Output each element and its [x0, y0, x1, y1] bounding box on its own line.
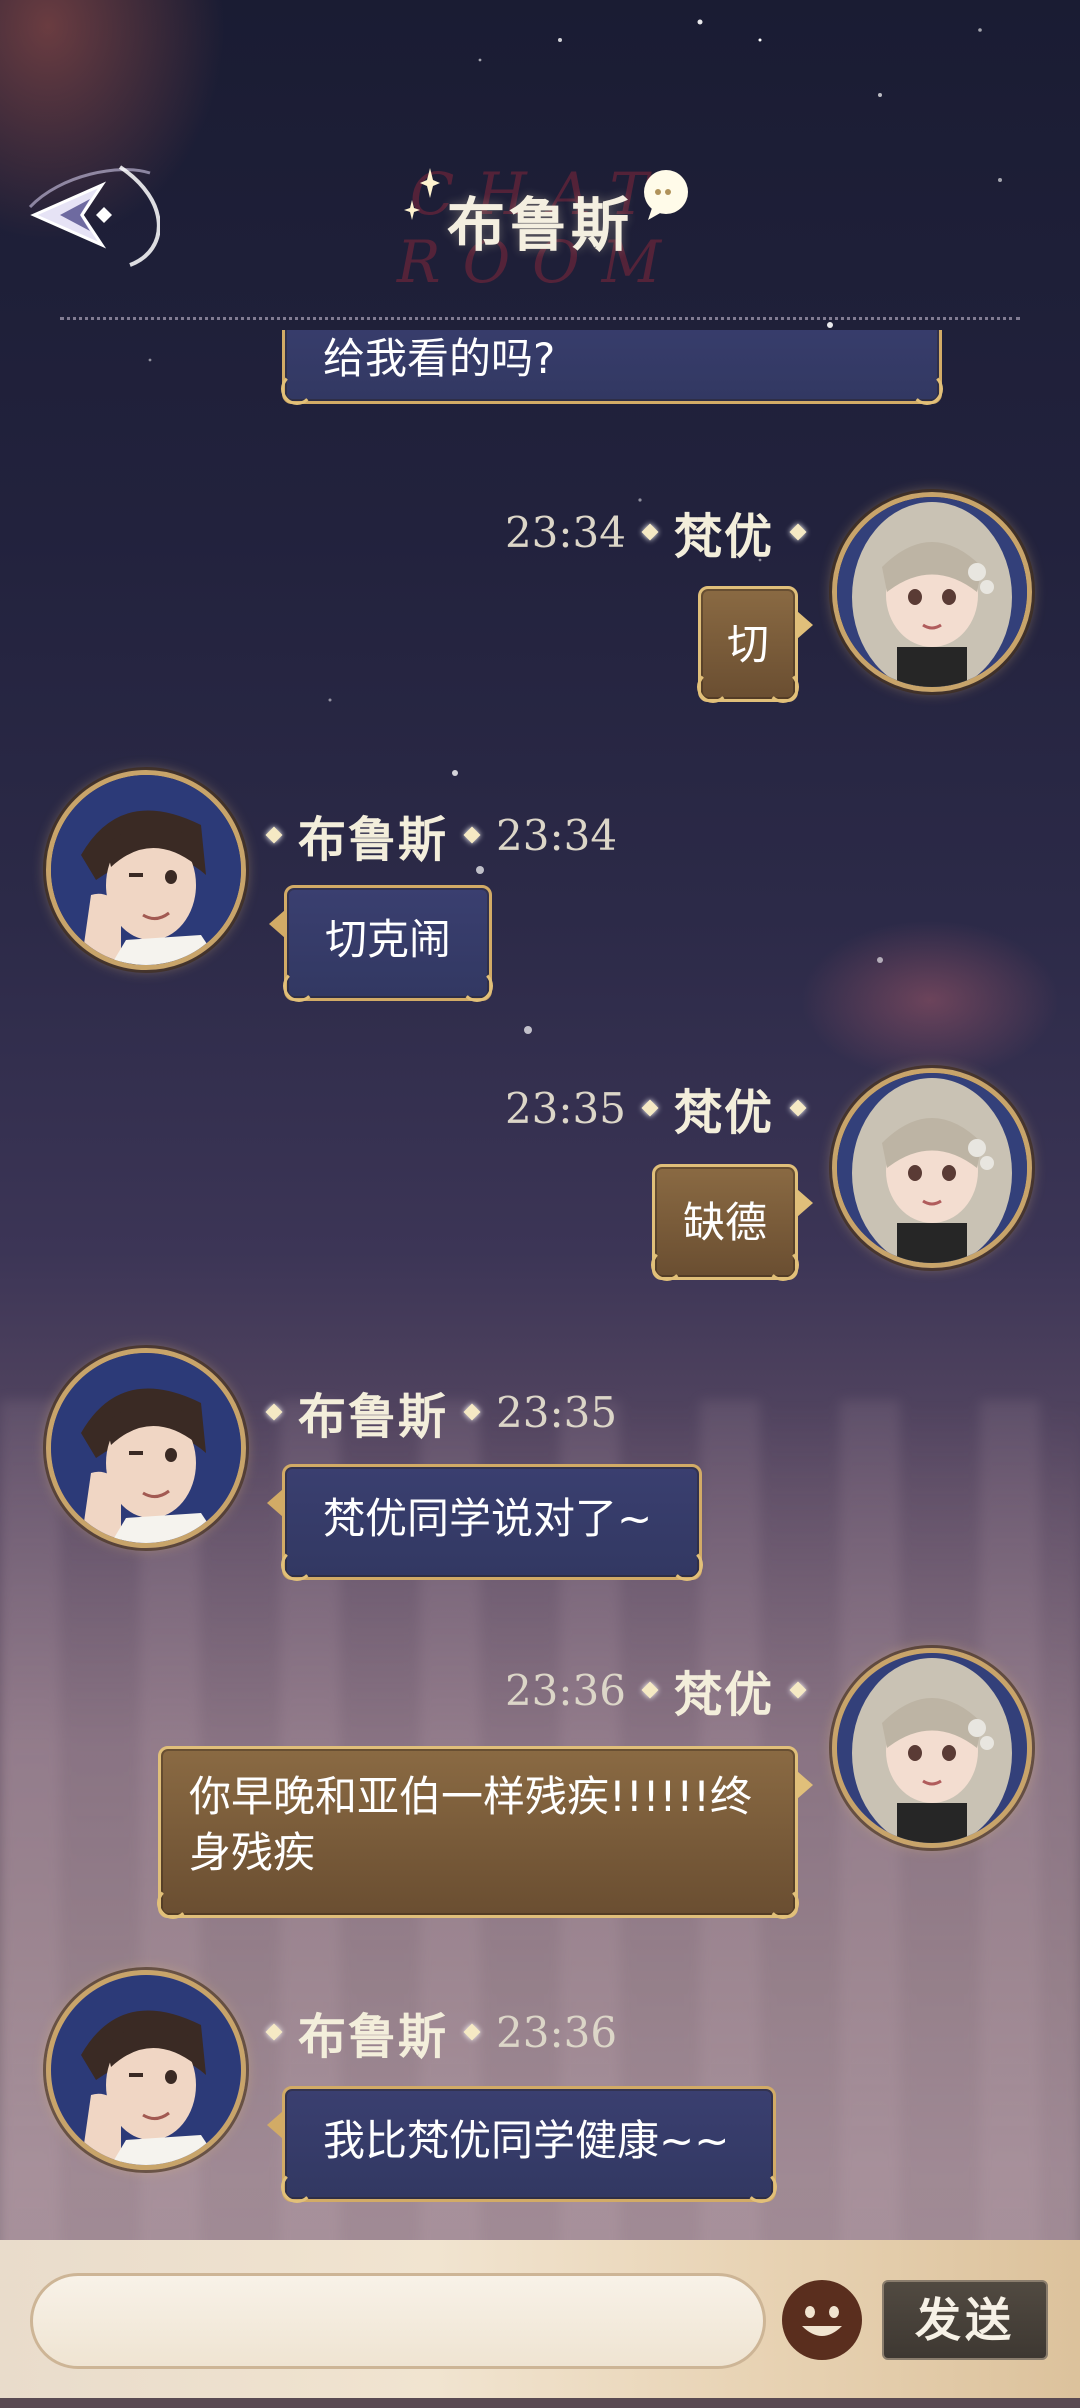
message-text: 梵优同学说对了~ — [323, 1494, 653, 1543]
avatar-fanyou[interactable] — [832, 492, 1032, 692]
diamond-icon — [641, 523, 659, 541]
diamond-icon — [641, 1099, 659, 1117]
avatar-bruce[interactable] — [46, 770, 246, 970]
boy-avatar-icon — [51, 1353, 241, 1543]
sender-name: 布鲁斯 — [298, 2009, 449, 2065]
avatar-fanyou[interactable] — [832, 1648, 1032, 1848]
diamond-icon — [265, 826, 283, 844]
diamond-icon — [463, 2023, 481, 2041]
avatar-bruce[interactable] — [46, 1970, 246, 2170]
header-divider — [60, 317, 1020, 320]
sender-name: 布鲁斯 — [298, 1389, 449, 1445]
message-bubble[interactable]: 缺德 — [651, 1164, 813, 1281]
chat-bubble-icon — [644, 170, 688, 220]
message-text: 缺德 — [682, 1198, 767, 1247]
message-meta: 23:35 梵优 — [504, 1078, 807, 1141]
message-text: 我比梵优同学健康~~ — [323, 2116, 730, 2165]
girl-avatar-icon — [837, 497, 1027, 687]
message-bubble[interactable]: 切克闹 — [269, 885, 493, 1002]
diamond-icon — [265, 1403, 283, 1421]
message-bubble[interactable]: 给我看的吗? — [281, 330, 943, 405]
diamond-icon — [789, 1681, 807, 1699]
message-input[interactable] — [30, 2273, 766, 2369]
bottom-strip — [0, 2398, 1080, 2408]
message-text: 切克闹 — [325, 915, 452, 964]
boy-avatar-icon — [51, 775, 241, 965]
diamond-icon — [463, 826, 481, 844]
message-time: 23:34 — [504, 507, 626, 557]
message-meta: 布鲁斯 23:35 — [265, 1382, 618, 1445]
message-meta: 23:34 梵优 — [504, 502, 807, 565]
diamond-icon — [641, 1681, 659, 1699]
message-meta: 布鲁斯 23:34 — [265, 805, 618, 868]
message-text: 给我看的吗? — [323, 334, 556, 383]
sender-name: 梵优 — [673, 1667, 774, 1723]
emoji-face-icon — [784, 2282, 860, 2358]
diamond-icon — [265, 2023, 283, 2041]
sender-name: 梵优 — [673, 1085, 774, 1141]
message-input-bar: 发送 — [0, 2240, 1080, 2408]
diamond-icon — [789, 1099, 807, 1117]
avatar-fanyou[interactable] — [832, 1068, 1032, 1268]
avatar-bruce[interactable] — [46, 1348, 246, 1548]
sender-name: 布鲁斯 — [298, 812, 449, 868]
sender-name: 梵优 — [673, 509, 774, 565]
message-bubble[interactable]: 梵优同学说对了~ — [267, 1464, 703, 1581]
chat-message-list[interactable]: 给我看的吗? 23:34 梵优 切 布鲁斯 23:34 切克闹 23:35 梵优… — [0, 330, 1080, 2240]
message-time: 23:36 — [504, 1665, 626, 1715]
message-text: 你早晚和亚伯一样残疾!!!!!!终身残疾 — [189, 1772, 753, 1877]
message-time: 23:35 — [496, 1387, 618, 1437]
send-button[interactable]: 发送 — [882, 2280, 1048, 2360]
header: CHAT ROOM 布鲁斯 — [0, 0, 1080, 330]
chat-title: 布鲁斯 — [446, 191, 633, 259]
message-bubble[interactable]: 你早晚和亚伯一样残疾!!!!!!终身残疾 — [157, 1746, 813, 1919]
diamond-icon — [463, 1403, 481, 1421]
girl-avatar-icon — [837, 1073, 1027, 1263]
emoji-button[interactable] — [782, 2280, 862, 2360]
girl-avatar-icon — [837, 1653, 1027, 1843]
message-time: 23:36 — [496, 2007, 618, 2057]
message-meta: 23:36 梵优 — [504, 1660, 807, 1723]
message-meta: 布鲁斯 23:36 — [265, 2002, 618, 2065]
message-time: 23:35 — [504, 1083, 626, 1133]
boy-avatar-icon — [51, 1975, 241, 2165]
message-time: 23:34 — [496, 810, 618, 860]
message-text: 切 — [726, 620, 769, 669]
message-bubble[interactable]: 切 — [697, 586, 813, 703]
message-bubble[interactable]: 我比梵优同学健康~~ — [267, 2086, 777, 2203]
diamond-icon — [789, 523, 807, 541]
